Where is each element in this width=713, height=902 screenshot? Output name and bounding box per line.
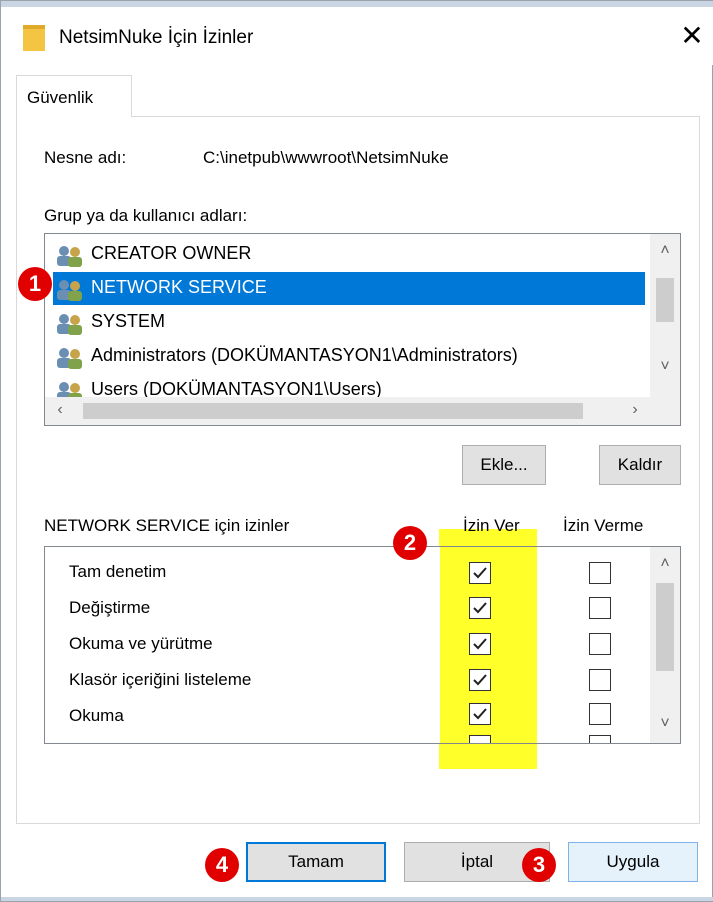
ok-button[interactable]: Tamam (246, 842, 386, 882)
annotation-marker-4: 4 (205, 848, 239, 882)
permissions-dialog: NetsimNuke İçin İzinler ✕ Güvenlik Nesne… (0, 0, 713, 902)
permission-row: Okuma ve yürütme (45, 625, 645, 661)
groups-label: Grup ya da kullanıcı adları: (44, 206, 248, 225)
folder-icon (23, 25, 45, 51)
users-icon (57, 314, 82, 335)
users-icon (57, 280, 82, 301)
allow-checkbox[interactable] (469, 669, 491, 691)
tab-security-label: Güvenlik (27, 88, 94, 107)
list-item-label: CREATOR OWNER (91, 243, 252, 263)
users-icon (57, 246, 82, 267)
scroll-thumb[interactable] (656, 278, 674, 322)
permissions-vertical-scrollbar[interactable]: ˄ ˅ (650, 547, 680, 743)
users-horizontal-scrollbar[interactable]: ‹ › (45, 397, 650, 425)
scroll-thumb[interactable] (656, 583, 674, 671)
deny-checkbox[interactable] (589, 597, 611, 619)
deny-checkbox[interactable] (589, 735, 611, 743)
add-button[interactable]: Ekle... (462, 445, 546, 485)
permissions-label: NETWORK SERVICE için izinler (44, 516, 290, 535)
permission-row: Klasör içeriğini listeleme (45, 661, 645, 697)
annotation-marker-1: 1 (18, 267, 52, 301)
close-button[interactable]: ✕ (677, 21, 707, 51)
allow-checkbox[interactable] (469, 597, 491, 619)
permission-name: Tam denetim (69, 562, 167, 581)
permission-name: Okuma ve yürütme (69, 634, 213, 653)
permission-row: Değiştirme (45, 589, 645, 625)
object-name-label: Nesne adı: (44, 148, 127, 167)
group-user-list[interactable]: CREATOR OWNER NETWORK SERVICE SYSTEM Adm… (44, 233, 681, 426)
scroll-up-icon[interactable]: ˄ (650, 555, 680, 573)
list-item-selected[interactable]: NETWORK SERVICE (53, 272, 645, 305)
deny-column-header: İzin Verme (563, 516, 644, 535)
permissions-list: Tam denetim Değiştirme Okuma ve yürütme … (44, 546, 681, 744)
allow-column-header: İzin Ver (463, 516, 520, 535)
list-item[interactable]: Administrators (DOKÜMANTASYON1\Administr… (53, 340, 645, 373)
scroll-down-icon[interactable]: ˅ (650, 715, 680, 733)
annotation-marker-3: 3 (522, 848, 556, 882)
list-item[interactable]: SYSTEM (53, 306, 645, 339)
allow-checkbox[interactable] (469, 735, 491, 743)
permission-row: Tam denetim (45, 553, 645, 589)
scroll-right-icon[interactable]: › (620, 401, 650, 419)
deny-checkbox[interactable] (589, 562, 611, 584)
allow-checkbox[interactable] (469, 562, 491, 584)
tab-security[interactable]: Güvenlik (16, 75, 132, 117)
object-name-value: C:\inetpub\wwwroot\NetsimNuke (203, 148, 449, 167)
permission-name: Değiştirme (69, 598, 151, 617)
remove-button[interactable]: Kaldır (599, 445, 681, 485)
allow-checkbox[interactable] (469, 633, 491, 655)
scroll-down-icon[interactable]: ˅ (650, 358, 680, 376)
title-bar: NetsimNuke İçin İzinler ✕ (1, 7, 713, 65)
users-vertical-scrollbar[interactable]: ˄ ˅ (650, 234, 680, 397)
window-title: NetsimNuke İçin İzinler (59, 27, 254, 48)
scroll-left-icon[interactable]: ‹ (45, 401, 75, 419)
permission-name: Klasör içeriğini listeleme (69, 670, 252, 689)
users-icon (57, 348, 82, 369)
scroll-up-icon[interactable]: ˄ (650, 242, 680, 260)
allow-checkbox[interactable] (469, 703, 491, 725)
annotation-marker-2: 2 (393, 526, 427, 560)
list-item[interactable]: CREATOR OWNER (53, 238, 645, 271)
list-item-label: SYSTEM (91, 311, 166, 331)
permission-name: Okuma (69, 706, 124, 725)
apply-button[interactable]: Uygula (568, 842, 698, 882)
list-item-label: NETWORK SERVICE (91, 277, 267, 297)
h-scroll-thumb[interactable] (83, 403, 583, 419)
list-item-label: Administrators (DOKÜMANTASYON1\Administr… (91, 345, 518, 365)
deny-checkbox[interactable] (589, 669, 611, 691)
scroll-corner (650, 397, 680, 425)
permission-row: Okuma (45, 697, 645, 733)
deny-checkbox[interactable] (589, 703, 611, 725)
deny-checkbox[interactable] (589, 633, 611, 655)
window-bottom-border (1, 897, 713, 901)
